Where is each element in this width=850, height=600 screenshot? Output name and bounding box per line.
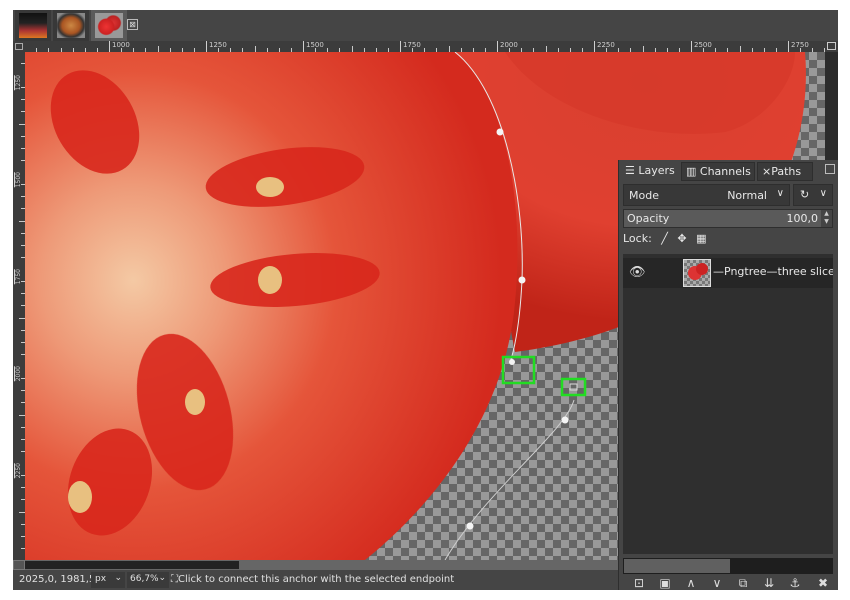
vertical-ruler[interactable]: 1250 1500 1750 2000 2250: [13, 52, 25, 560]
lock-pixels-icon[interactable]: ╱: [661, 232, 668, 245]
zoom-select[interactable]: 66,7% ⌄: [127, 572, 169, 588]
ruler-label: 2750: [788, 41, 809, 52]
path-endpoint: [509, 359, 515, 365]
visibility-eye-icon[interactable]: 👁: [629, 265, 646, 280]
raise-layer-button[interactable]: ∧: [683, 576, 699, 590]
layers-list[interactable]: 👁 —Pngtree—three slices of tomato: [623, 254, 833, 554]
status-message-text: Click to connect this anchor with the se…: [178, 574, 455, 585]
anchor-layer-button[interactable]: ⚓: [787, 576, 803, 590]
chevron-down-icon: ⌄: [114, 573, 122, 583]
image-tab-pizza[interactable]: [53, 10, 89, 41]
layer-row[interactable]: 👁 —Pngtree—three slices of tomato: [623, 258, 833, 288]
tab-layers[interactable]: ☰ Layers: [621, 162, 679, 181]
paths-icon: ⨯: [762, 165, 772, 178]
ruler-menu-icon: [15, 43, 23, 50]
layers-scrollbar-thumb[interactable]: [624, 559, 730, 573]
horizontal-ruler[interactable]: 1000 1250 1500 1750 2000 2250 2500 2750: [25, 41, 825, 52]
dock-menu-icon[interactable]: [825, 164, 835, 174]
lock-row: Lock: ╱ ✥ ▦: [623, 232, 707, 250]
chevron-down-icon: ⌄: [158, 573, 166, 583]
status-message: ⛶Click to connect this anchor with the s…: [171, 574, 454, 585]
pointer-coordinates: 2025,0, 1981,5: [19, 574, 96, 585]
ruler-label: 2000: [497, 41, 518, 52]
image-tab-tomato-slices[interactable]: [91, 10, 127, 41]
unit-select[interactable]: px ⌄: [91, 572, 125, 588]
lower-layer-button[interactable]: ∨: [709, 576, 725, 590]
ruler-label: 2250: [594, 41, 615, 52]
new-layer-button[interactable]: ⊡: [631, 576, 647, 590]
new-group-button[interactable]: ▣: [657, 576, 673, 590]
image-tab-pizza-poster[interactable]: [15, 10, 51, 41]
layers-icon: ☰: [625, 164, 635, 177]
opacity-spinner[interactable]: ▲ ▼: [821, 210, 832, 227]
chevron-down-icon: ∨: [819, 188, 827, 199]
horizontal-scrollbar-thumb[interactable]: [25, 561, 239, 569]
opacity-label: Opacity: [627, 212, 670, 225]
selected-endpoint-highlight: [501, 355, 536, 385]
path-anchor: [466, 522, 474, 530]
mode-label: Mode: [629, 189, 659, 202]
target-anchor-highlight: [560, 377, 587, 397]
close-tab-icon[interactable]: ⊠: [127, 19, 138, 30]
opacity-value: 100,0: [786, 212, 819, 225]
path-anchor: [561, 416, 569, 424]
opacity-slider[interactable]: Opacity 100,0 ▲ ▼: [623, 209, 833, 228]
navigate-button[interactable]: [825, 41, 838, 52]
tab-paths-label: Paths: [771, 165, 802, 178]
tab-layers-label: Layers: [638, 164, 675, 177]
gimp-window: ⊠ 1000 1250 1500 1750 2000 2250 2500 2750 1250 1…: [13, 10, 838, 590]
layers-dock: ☰ Layers ▥ Channels ⨯Paths Mode Normal ∨…: [618, 160, 838, 590]
ruler-label: 1250: [206, 41, 227, 52]
unit-value: px: [95, 574, 107, 584]
lock-label: Lock:: [623, 232, 652, 245]
pizza-thumbnail: [57, 13, 85, 38]
lock-alpha-icon[interactable]: ▦: [696, 232, 706, 245]
path-tool-icon: ⛶: [171, 574, 178, 585]
target-anchor: [569, 383, 578, 391]
quick-mask-toggle[interactable]: [13, 560, 25, 570]
ruler-label: 1000: [109, 41, 130, 52]
layer-mode-select[interactable]: Mode Normal ∨: [623, 184, 790, 206]
layer-thumbnail: [683, 259, 711, 287]
dock-tabs: ☰ Layers ▥ Channels ⨯Paths: [619, 160, 839, 182]
ruler-label: 1750: [400, 41, 421, 52]
status-bar: 2025,0, 1981,5 px ⌄ 66,7% ⌄ ⛶Click to conn…: [13, 570, 618, 590]
tomato-slices-thumbnail: [95, 13, 123, 38]
lock-position-icon[interactable]: ✥: [677, 232, 686, 245]
navigate-icon: [827, 42, 836, 50]
ruler-label: 1500: [303, 41, 324, 52]
ruler-label: 2500: [691, 41, 712, 52]
layers-horizontal-scrollbar[interactable]: [623, 558, 833, 574]
mode-value: Normal: [727, 189, 767, 202]
zoom-value: 66,7%: [130, 574, 159, 584]
tab-channels[interactable]: ▥ Channels: [681, 162, 755, 181]
path-anchor: [518, 276, 526, 284]
pizza-poster-thumbnail: [19, 13, 47, 38]
tab-channels-label: Channels: [699, 165, 751, 178]
image-tabs-bar: ⊠: [13, 10, 838, 41]
delete-layer-button[interactable]: ✖: [815, 576, 831, 590]
composite-icon: ↻: [800, 188, 810, 201]
composite-mode-select[interactable]: ↻ ∨: [793, 184, 833, 206]
chevron-down-icon: ∨: [776, 188, 784, 199]
layer-name[interactable]: —Pngtree—three slices of tomato: [713, 265, 833, 278]
duplicate-layer-button[interactable]: ⧉: [735, 576, 751, 590]
channels-icon: ▥: [686, 165, 697, 178]
tab-paths[interactable]: ⨯Paths: [757, 162, 813, 181]
merge-layer-button[interactable]: ⇊: [761, 576, 777, 590]
ruler-corner[interactable]: [13, 41, 25, 52]
layer-buttons: ⊡ ▣ ∧ ∨ ⧉ ⇊ ⚓ ✖: [623, 576, 833, 590]
path-anchor: [496, 128, 504, 136]
